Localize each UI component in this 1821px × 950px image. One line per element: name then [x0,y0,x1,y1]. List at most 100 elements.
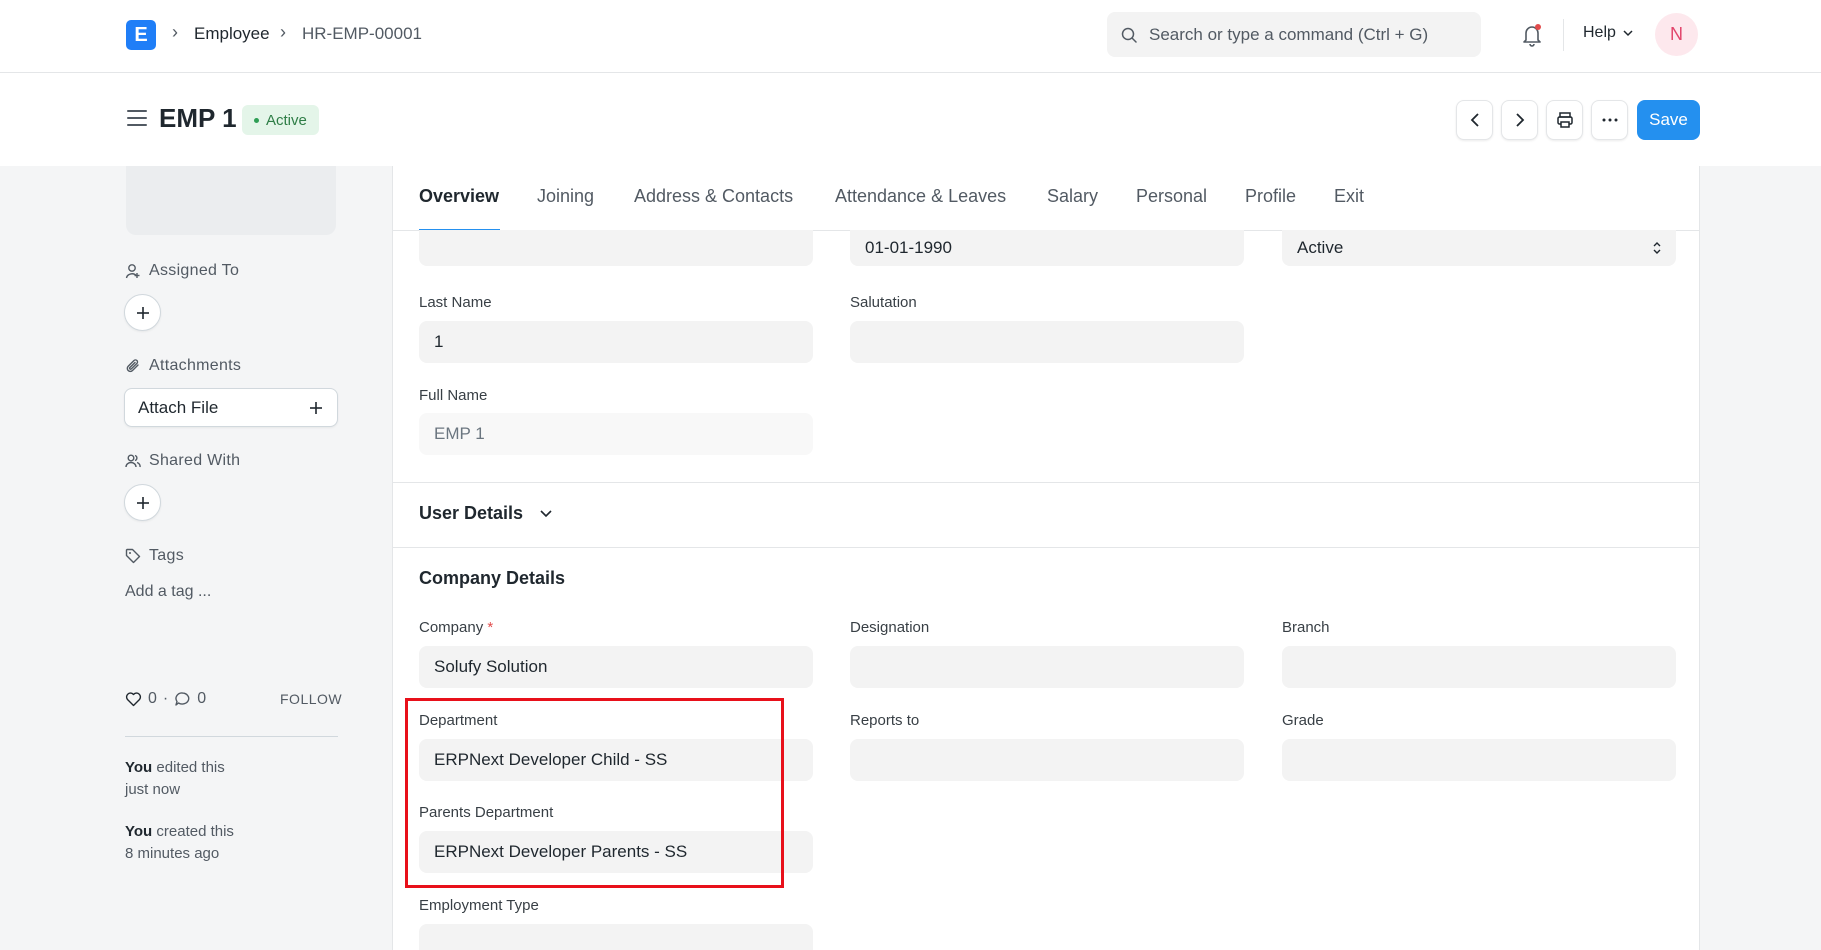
tab-profile[interactable]: Profile [1245,186,1296,207]
chevron-down-icon [540,510,552,518]
print-button[interactable] [1546,100,1583,140]
tab-overview[interactable]: Overview [419,186,499,207]
search-bar[interactable] [1107,12,1481,57]
page-title: EMP 1 [159,103,237,133]
users-icon [125,454,141,468]
status-badge: Active [242,105,319,135]
follow-button[interactable]: FOLLOW [280,691,342,707]
reports-to-label: Reports to [850,712,920,729]
tab-exit[interactable]: Exit [1334,186,1364,207]
activity-user: You [125,759,153,776]
plus-icon [310,401,322,414]
sidebar-divider [125,736,338,737]
assigned-to-text: Assigned To [149,262,240,279]
salutation-select[interactable] [850,321,1244,363]
app-logo[interactable]: E [126,20,156,50]
likes-count: 0 [148,690,157,707]
notification-bell-icon[interactable] [1520,22,1544,48]
form-tabs: Overview Joining Address & Contacts Atte… [393,166,1699,231]
attachments-text: Attachments [149,357,242,374]
more-actions-button[interactable] [1591,100,1628,140]
user-avatar[interactable]: N [1655,13,1698,56]
paperclip-icon [126,359,139,373]
tags-text: Tags [149,547,184,564]
company-label: Company * [419,619,493,636]
shared-with-label: Shared With [125,452,240,470]
plus-icon [136,306,149,319]
date-of-birth-input[interactable]: 01-01-1990 [850,230,1244,266]
company-input[interactable]: Solufy Solution [419,646,813,688]
section-divider [393,482,1699,483]
next-record-button[interactable] [1501,100,1538,140]
comment-icon[interactable] [174,691,191,707]
company-details-section: Company Details [419,568,565,589]
activity-action: edited this [152,759,225,776]
tab-address-contacts[interactable]: Address & Contacts [634,186,793,207]
activity-item: You edited this just now [125,757,225,801]
like-comment-counts: 0 · 0 [125,690,206,708]
activity-action: created this [152,823,234,840]
plus-icon [136,496,149,509]
select-updown-icon [1653,242,1661,254]
activity-time: just now [125,781,181,798]
branch-input[interactable] [1282,646,1676,688]
company-details-title: Company Details [419,568,566,588]
tag-icon [125,548,141,564]
tab-salary[interactable]: Salary [1047,186,1098,207]
status-badge-label: Active [266,111,307,129]
tab-attendance-leaves[interactable]: Attendance & Leaves [835,186,1006,207]
designation-label: Designation [850,619,930,636]
search-icon [1121,27,1137,43]
required-indicator: * [487,619,494,636]
printer-icon [1556,112,1573,128]
chevron-down-icon [1623,30,1633,37]
full-name-field: EMP 1 [419,413,813,455]
help-label: Help [1583,24,1616,41]
designation-input[interactable] [850,646,1244,688]
full-name-label: Full Name [419,387,488,404]
page-header: EMP 1 Active Save [0,73,1821,166]
add-tag-link[interactable]: Add a tag ... [125,583,211,601]
chevron-right-icon [1515,113,1524,127]
sidebar-toggle-icon[interactable] [127,110,147,126]
separator-dot: · [162,690,169,707]
highlight-box [405,698,784,888]
employment-type-input[interactable] [419,924,813,950]
tags-label: Tags [125,547,184,565]
add-share-button[interactable] [124,484,161,521]
tab-personal[interactable]: Personal [1136,186,1207,207]
status-select[interactable]: Active [1282,230,1676,266]
breadcrumb-employee[interactable]: Employee [194,24,270,44]
last-name-input[interactable]: 1 [419,321,813,363]
branch-label: Branch [1282,619,1330,636]
activity-user: You [125,823,153,840]
employment-type-label: Employment Type [419,897,539,914]
add-assignee-button[interactable] [124,294,161,331]
comments-count: 0 [197,690,207,707]
assigned-to-label: Assigned To [125,262,239,280]
save-button[interactable]: Save [1637,100,1700,140]
user-icon [125,264,140,279]
shared-with-text: Shared With [149,452,241,469]
user-details-title: User Details [419,503,524,523]
company-label-text: Company [419,619,484,636]
first-name-input[interactable] [419,230,813,266]
user-details-section[interactable]: User Details [419,503,553,524]
search-input[interactable] [1149,24,1449,45]
help-dropdown[interactable]: Help [1583,24,1634,42]
breadcrumb-record[interactable]: HR-EMP-00001 [302,24,422,44]
grade-label: Grade [1282,712,1324,729]
activity-item: You created this 8 minutes ago [125,821,234,865]
tab-joining[interactable]: Joining [537,186,594,207]
last-name-label: Last Name [419,294,492,311]
navbar-divider [1563,19,1564,51]
previous-record-button[interactable] [1456,100,1493,140]
chevron-left-icon [1470,113,1479,127]
attach-file-button[interactable]: Attach File [124,388,338,427]
grade-input[interactable] [1282,739,1676,781]
more-horizontal-icon [1602,118,1617,122]
chevron-right-icon: › [172,22,178,42]
attachments-label: Attachments [125,357,241,375]
heart-icon[interactable] [125,691,142,707]
reports-to-input[interactable] [850,739,1244,781]
